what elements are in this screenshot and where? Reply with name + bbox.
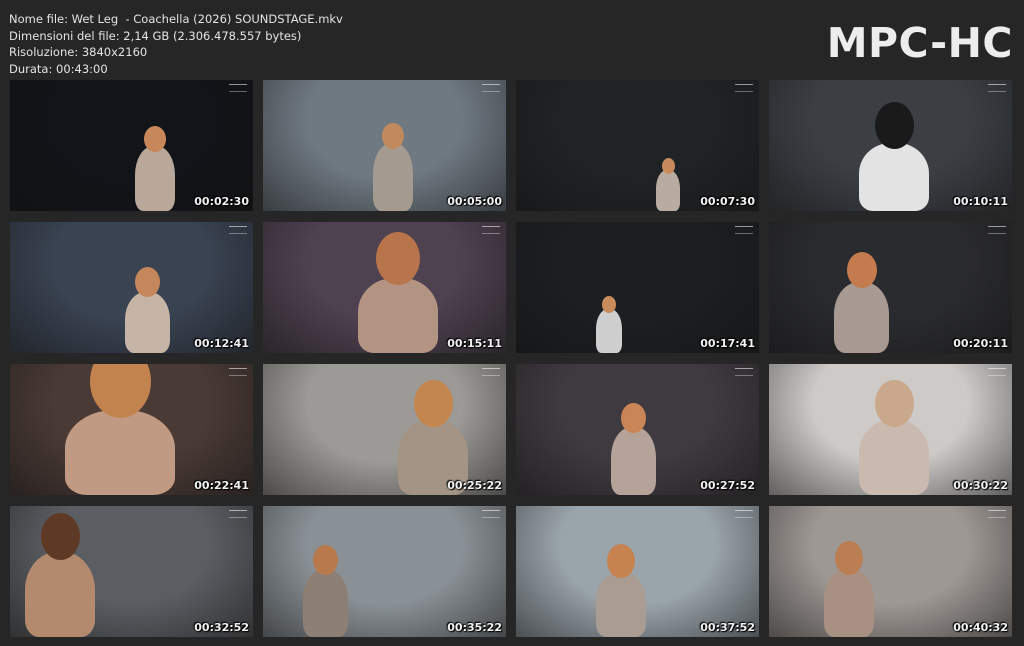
watermark-icon: [229, 84, 247, 92]
performer-figure: [65, 410, 175, 495]
performer-head: [313, 545, 338, 575]
performer-head: [144, 126, 166, 153]
performer-head: [621, 403, 646, 433]
file-info: Nome file: Wet Leg - Coachella (2026) SO…: [9, 11, 343, 77]
performer-head: [835, 541, 863, 575]
watermark-icon: [735, 226, 753, 234]
timestamp: 00:15:11: [447, 337, 502, 350]
watermark-icon: [735, 84, 753, 92]
watermark-icon: [229, 226, 247, 234]
timestamp: 00:10:11: [953, 195, 1008, 208]
video-thumbnail: 00:05:00: [263, 80, 506, 211]
performer-figure: [135, 146, 175, 211]
video-thumbnail: 00:35:22: [263, 506, 506, 637]
performer-figure: [303, 569, 348, 637]
performer-figure: [373, 143, 413, 211]
video-thumbnail: 00:15:11: [263, 222, 506, 353]
file-name: Nome file: Wet Leg - Coachella (2026) SO…: [9, 12, 343, 26]
watermark-icon: [482, 84, 500, 92]
mpc-hc-logo: MPC-HC: [826, 19, 1013, 67]
performer-head: [89, 364, 151, 418]
video-thumbnail: 00:27:52: [516, 364, 759, 495]
thumbnail-grid: 00:02:30 00:05:00 00:07:30 00:10:11 00:12:41…: [10, 80, 1012, 637]
performer-head: [846, 251, 877, 288]
performer-figure: [125, 291, 170, 353]
timestamp: 00:35:22: [447, 621, 502, 634]
performer-head: [874, 102, 914, 149]
video-thumbnail: 00:25:22: [263, 364, 506, 495]
performer-head: [874, 379, 914, 427]
timestamp: 00:32:52: [194, 621, 249, 634]
watermark-icon: [988, 368, 1006, 376]
watermark-icon: [482, 226, 500, 234]
performer-head: [607, 544, 635, 579]
watermark-icon: [482, 368, 500, 376]
watermark-icon: [735, 510, 753, 518]
watermark-icon: [229, 510, 247, 518]
watermark-icon: [988, 84, 1006, 92]
timestamp: 00:22:41: [194, 479, 249, 492]
video-thumbnail: 00:40:32: [769, 506, 1012, 637]
video-thumbnail: 00:12:41: [10, 222, 253, 353]
performer-head: [40, 512, 80, 560]
performer-figure: [596, 572, 646, 637]
performer-head: [413, 379, 453, 427]
performer-figure: [834, 281, 889, 353]
watermark-icon: [229, 368, 247, 376]
watermark-icon: [735, 368, 753, 376]
file-size: Dimensioni del file: 2,14 GB (2.306.478.…: [9, 28, 302, 43]
performer-head: [602, 295, 616, 313]
file-resolution: Risoluzione: 3840x2160: [9, 45, 148, 59]
timestamp: 00:07:30: [700, 195, 755, 208]
performer-head: [382, 123, 404, 149]
performer-figure: [25, 552, 95, 637]
video-thumbnail: 00:37:52: [516, 506, 759, 637]
file-duration: Durata: 00:43:00: [9, 61, 108, 76]
video-thumbnail: 00:32:52: [10, 506, 253, 637]
video-thumbnail: 00:20:11: [769, 222, 1012, 353]
timestamp: 00:12:41: [194, 337, 249, 350]
timestamp: 00:27:52: [700, 479, 755, 492]
video-thumbnail: 00:07:30: [516, 80, 759, 211]
video-thumbnail: 00:17:41: [516, 222, 759, 353]
timestamp: 00:40:32: [953, 621, 1008, 634]
video-thumbnail: 00:02:30: [10, 80, 253, 211]
performer-head: [135, 267, 160, 298]
performer-head: [376, 231, 420, 285]
timestamp: 00:02:30: [194, 195, 249, 208]
timestamp: 00:17:41: [700, 337, 755, 350]
video-thumbnail: 00:22:41: [10, 364, 253, 495]
video-thumbnail: 00:30:22: [769, 364, 1012, 495]
watermark-icon: [482, 510, 500, 518]
performer-figure: [824, 569, 874, 637]
watermark-icon: [988, 226, 1006, 234]
timestamp: 00:20:11: [953, 337, 1008, 350]
watermark-icon: [988, 510, 1006, 518]
performer-figure: [656, 170, 680, 211]
video-thumbnail: 00:10:11: [769, 80, 1012, 211]
performer-head: [661, 157, 675, 174]
performer-figure: [358, 278, 438, 353]
timestamp: 00:37:52: [700, 621, 755, 634]
performer-figure: [596, 308, 622, 353]
performer-figure: [611, 427, 656, 495]
timestamp: 00:25:22: [447, 479, 502, 492]
timestamp: 00:30:22: [953, 479, 1008, 492]
performer-figure: [859, 143, 929, 211]
timestamp: 00:05:00: [447, 195, 502, 208]
performer-figure: [859, 420, 929, 495]
